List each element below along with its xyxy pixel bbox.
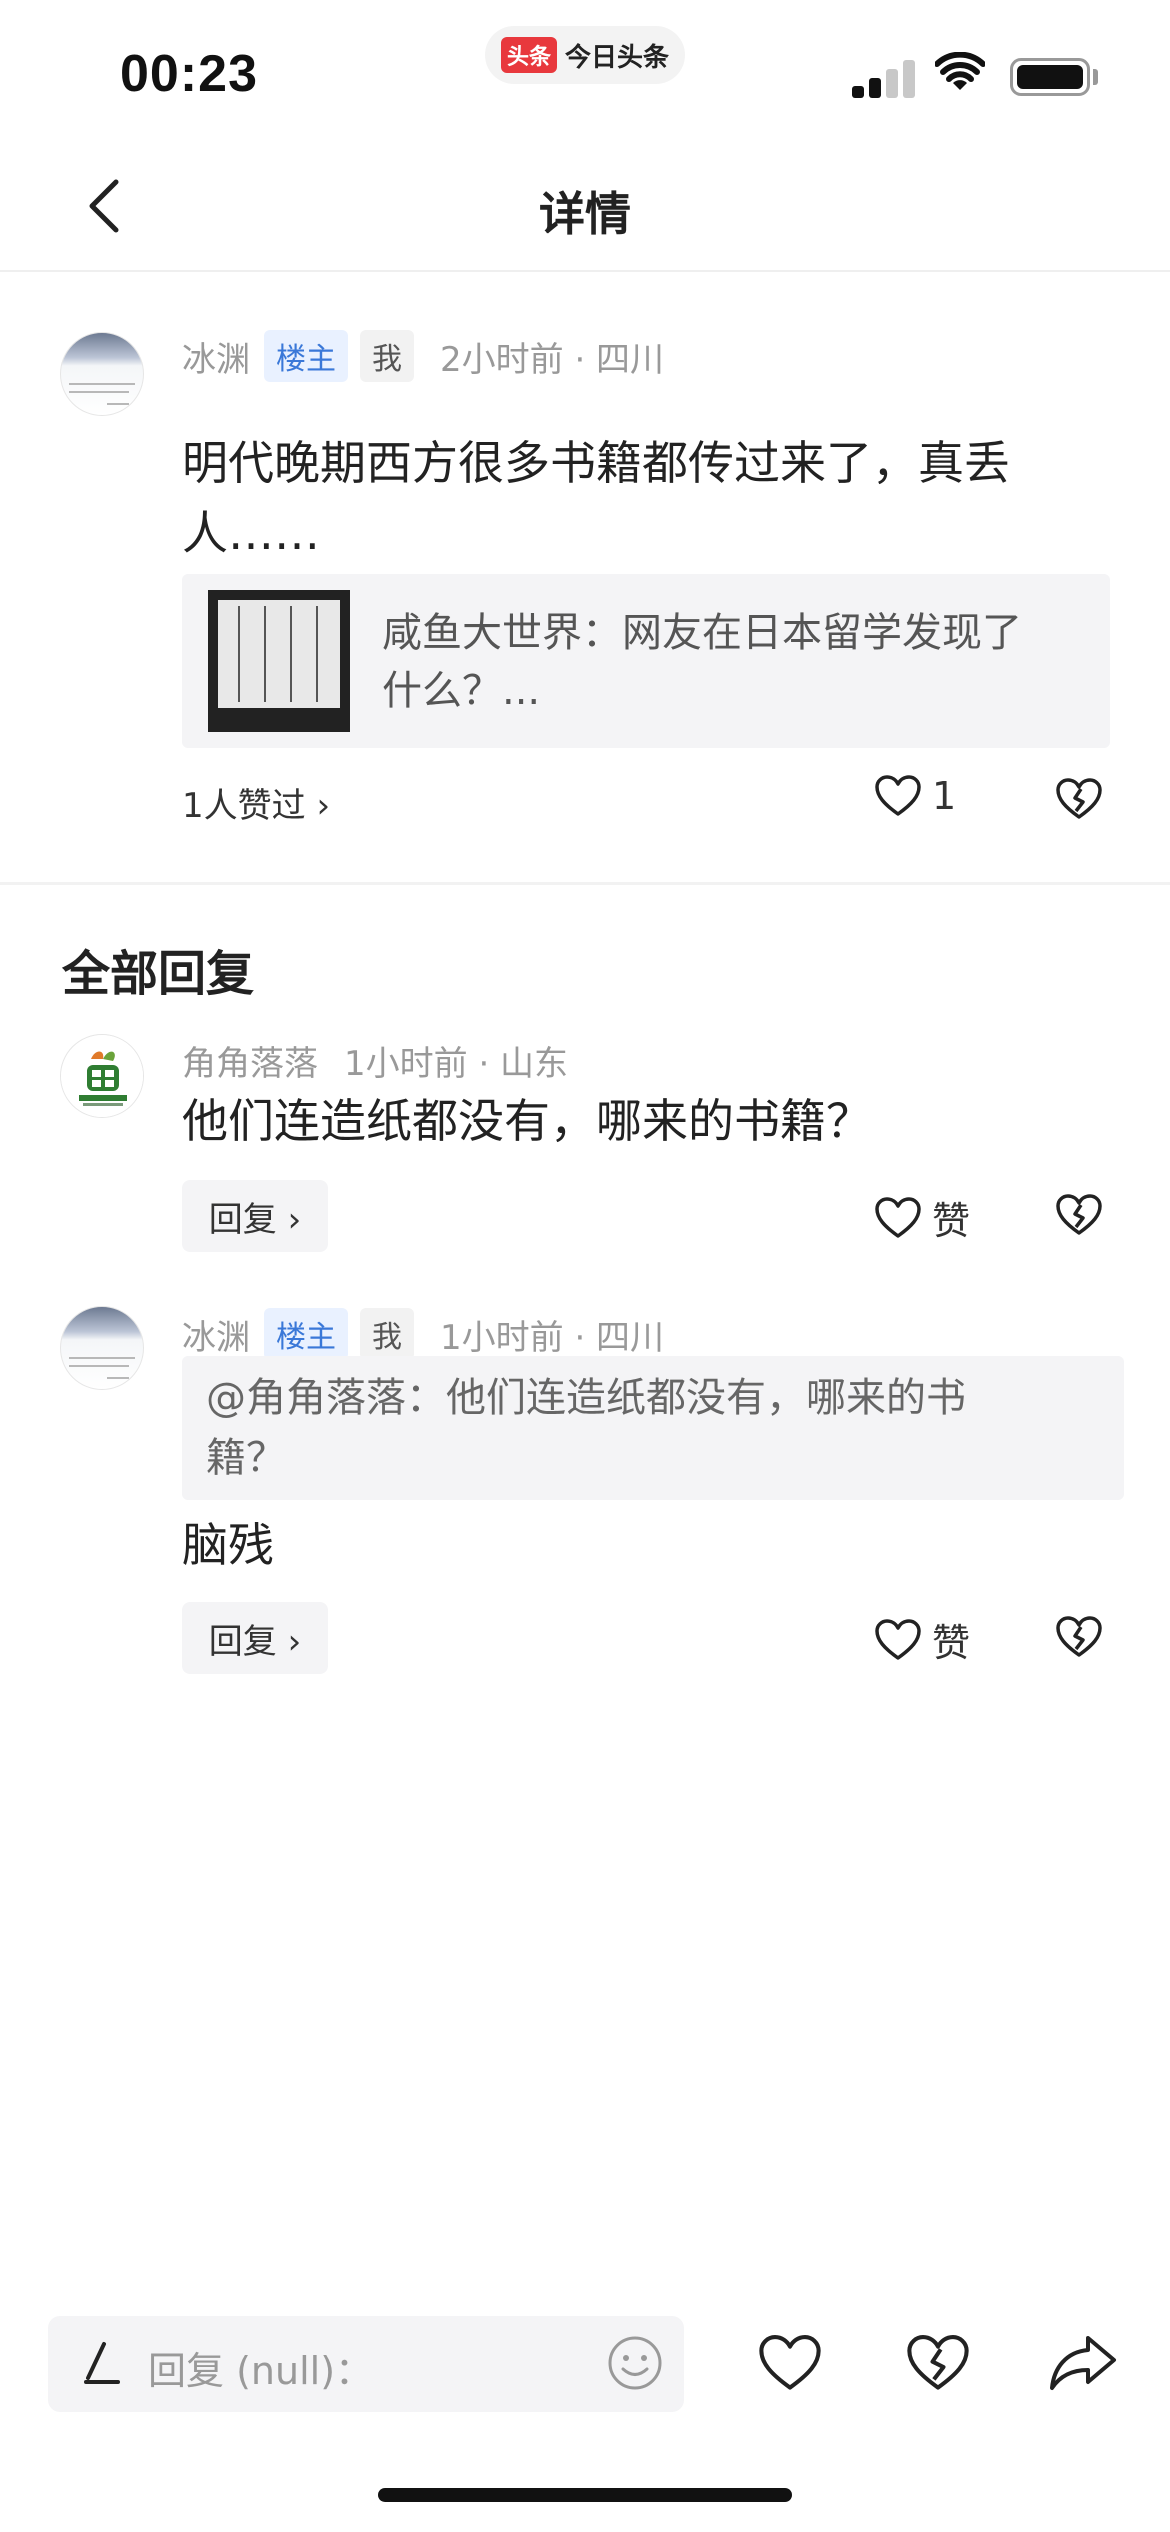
reply-input-placeholder: 回复 (null)：	[148, 2349, 374, 2393]
me-badge: 我	[360, 330, 414, 382]
app-indicator[interactable]: 头条 今日头条	[485, 26, 685, 84]
like-label: 赞	[932, 1199, 971, 1243]
avatar[interactable]	[60, 332, 144, 416]
status-time: 00:23	[120, 45, 258, 103]
linked-article-card[interactable]: 咸鱼大世界：网友在日本留学发现了 什么？...	[182, 574, 1110, 748]
like-label: 赞	[932, 1621, 971, 1665]
section-divider	[0, 882, 1170, 885]
time-location: 1小时前 · 四川	[440, 1317, 665, 1358]
heart-icon	[875, 1196, 921, 1238]
likes-summary[interactable]: 1人赞过 ›	[182, 778, 330, 827]
reply-button[interactable]: 回复 ›	[182, 1602, 328, 1674]
emoji-icon[interactable]	[606, 2334, 664, 2392]
time-location: 1小时前 · 山东	[344, 1044, 569, 1084]
reply-text: 脑残	[182, 1518, 274, 1572]
me-badge: 我	[360, 1308, 414, 1360]
reply-button[interactable]: 回复 ›	[182, 1180, 328, 1252]
like-button[interactable]: 赞	[874, 1190, 970, 1245]
wifi-icon	[935, 52, 985, 90]
share-button[interactable]	[1046, 2328, 1122, 2396]
like-count: 1	[932, 774, 957, 818]
avatar-logo	[61, 1035, 143, 1117]
comment-meta: 冰渊 楼主 我 2小时前 · 四川	[182, 330, 664, 382]
article-thumbnail	[208, 590, 350, 732]
host-badge: 楼主	[264, 1308, 348, 1360]
host-badge: 楼主	[264, 330, 348, 382]
status-bar: 00:23 头条 今日头条	[0, 0, 1170, 140]
dislike-post-button[interactable]	[902, 2330, 974, 2396]
reply-text: 他们连造纸都没有，哪来的书籍？	[182, 1094, 872, 1148]
like-button[interactable]: 赞	[874, 1612, 970, 1667]
battery-icon	[1010, 58, 1090, 96]
signal-icon	[852, 58, 915, 98]
dislike-button[interactable]	[1054, 1614, 1104, 1660]
broken-heart-icon	[1056, 1616, 1102, 1657]
username[interactable]: 冰渊	[182, 1310, 250, 1359]
article-title-line: 什么？...	[382, 668, 541, 714]
comment-text-line: 明代晚期西方很多书籍都传过来了，真丢	[182, 436, 1010, 490]
like-post-button[interactable]	[754, 2330, 826, 2396]
username[interactable]: 冰渊	[182, 332, 250, 381]
time-location: 2小时前 · 四川	[440, 339, 665, 380]
quoted-reply-line: @角角落落：他们连造纸都没有，哪来的书	[206, 1375, 966, 1421]
broken-heart-icon	[1056, 778, 1102, 819]
share-icon	[1050, 2336, 1116, 2390]
heart-icon	[875, 1618, 921, 1660]
heart-icon	[759, 2335, 821, 2390]
dislike-button[interactable]	[1054, 1192, 1104, 1238]
comment-meta: 冰渊 楼主 我 1小时前 · 四川	[182, 1308, 664, 1360]
broken-heart-icon	[907, 2335, 969, 2390]
article-title: 咸鱼大世界：网友在日本留学发现了 什么？...	[382, 604, 1080, 720]
app-logo: 头条	[500, 37, 557, 73]
comment-text-line: 人……	[182, 506, 320, 560]
broken-heart-icon	[1056, 1194, 1102, 1235]
article-title-line: 咸鱼大世界：网友在日本留学发现了	[382, 610, 1022, 656]
avatar[interactable]	[60, 1306, 144, 1390]
comment-meta: 角角落落 1小时前 · 山东	[182, 1036, 568, 1085]
like-button[interactable]: 1	[874, 774, 956, 818]
quoted-reply: @角角落落：他们连造纸都没有，哪来的书 籍？	[182, 1356, 1124, 1500]
pen-icon	[84, 2342, 120, 2384]
quoted-reply-line: 籍？	[206, 1435, 286, 1481]
battery-nub	[1093, 69, 1098, 85]
page-title: 详情	[539, 187, 631, 241]
app-name: 今日头条	[565, 42, 670, 73]
replies-section-title: 全部回复	[62, 946, 255, 1002]
heart-icon	[875, 775, 921, 816]
dislike-button[interactable]	[1054, 776, 1104, 822]
home-indicator[interactable]	[378, 2488, 792, 2502]
comment-text: 明代晚期西方很多书籍都传过来了，真丢 人……	[182, 428, 1010, 568]
reply-input[interactable]: 回复 (null)：	[48, 2316, 684, 2412]
avatar[interactable]	[60, 1034, 144, 1118]
username[interactable]: 角角落落	[182, 1036, 318, 1085]
nav-bar: 详情	[0, 140, 1170, 272]
